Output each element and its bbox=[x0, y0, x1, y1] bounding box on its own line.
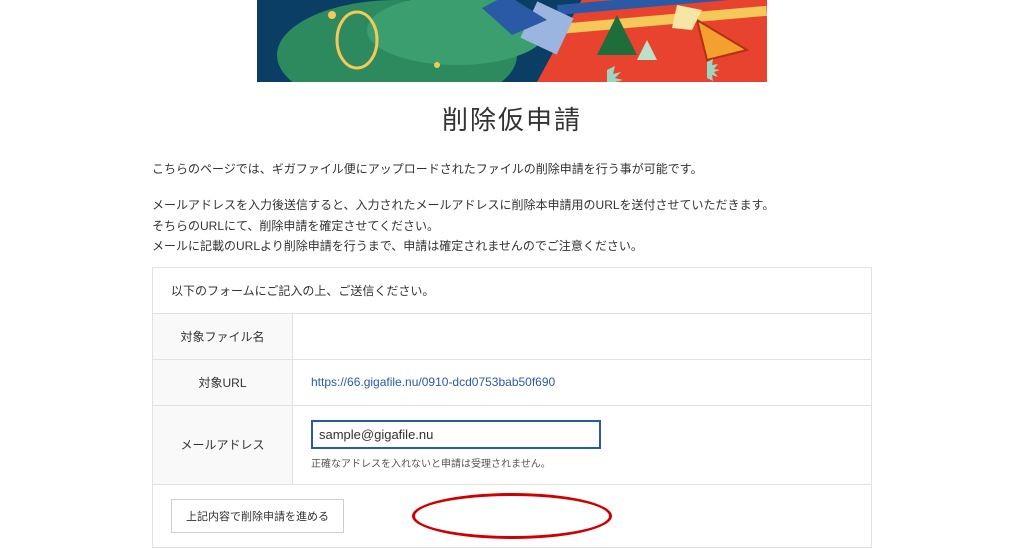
hero-banner bbox=[0, 0, 1024, 82]
target-url-link[interactable]: https://66.gigafile.nu/0910-dcd0753bab50… bbox=[311, 375, 555, 389]
form-caption: 以下のフォームにご記入の上、ご送信ください。 bbox=[153, 267, 872, 313]
label-filename: 対象ファイル名 bbox=[153, 313, 293, 359]
row-filename: 対象ファイル名 bbox=[153, 313, 872, 359]
email-field[interactable] bbox=[311, 420, 601, 449]
label-url: 対象URL bbox=[153, 359, 293, 405]
intro-paragraph-1: こちらのページでは、ギガファイル便にアップロードされたファイルの削除申請を行う事… bbox=[152, 159, 872, 179]
hero-image bbox=[257, 0, 767, 82]
value-filename bbox=[293, 313, 872, 359]
email-note: 正確なアドレスを入れないと申請は受理されません。 bbox=[311, 455, 853, 470]
intro-paragraph-2: メールアドレスを入力後送信すると、入力されたメールアドレスに削除本申請用のURL… bbox=[152, 195, 872, 256]
label-email: メールアドレス bbox=[153, 405, 293, 484]
request-form: 以下のフォームにご記入の上、ご送信ください。 対象ファイル名 対象URL htt… bbox=[152, 267, 872, 548]
highlight-oval bbox=[412, 493, 612, 539]
row-url: 対象URL https://66.gigafile.nu/0910-dcd075… bbox=[153, 359, 872, 405]
row-email: メールアドレス 正確なアドレスを入れないと申請は受理されません。 bbox=[153, 405, 872, 484]
content-container: こちらのページでは、ギガファイル便にアップロードされたファイルの削除申請を行う事… bbox=[152, 159, 872, 548]
submit-button[interactable]: 上記内容で削除申請を進める bbox=[171, 499, 344, 533]
page-title: 削除仮申請 bbox=[0, 100, 1024, 137]
intro-text: こちらのページでは、ギガファイル便にアップロードされたファイルの削除申請を行う事… bbox=[152, 159, 872, 257]
